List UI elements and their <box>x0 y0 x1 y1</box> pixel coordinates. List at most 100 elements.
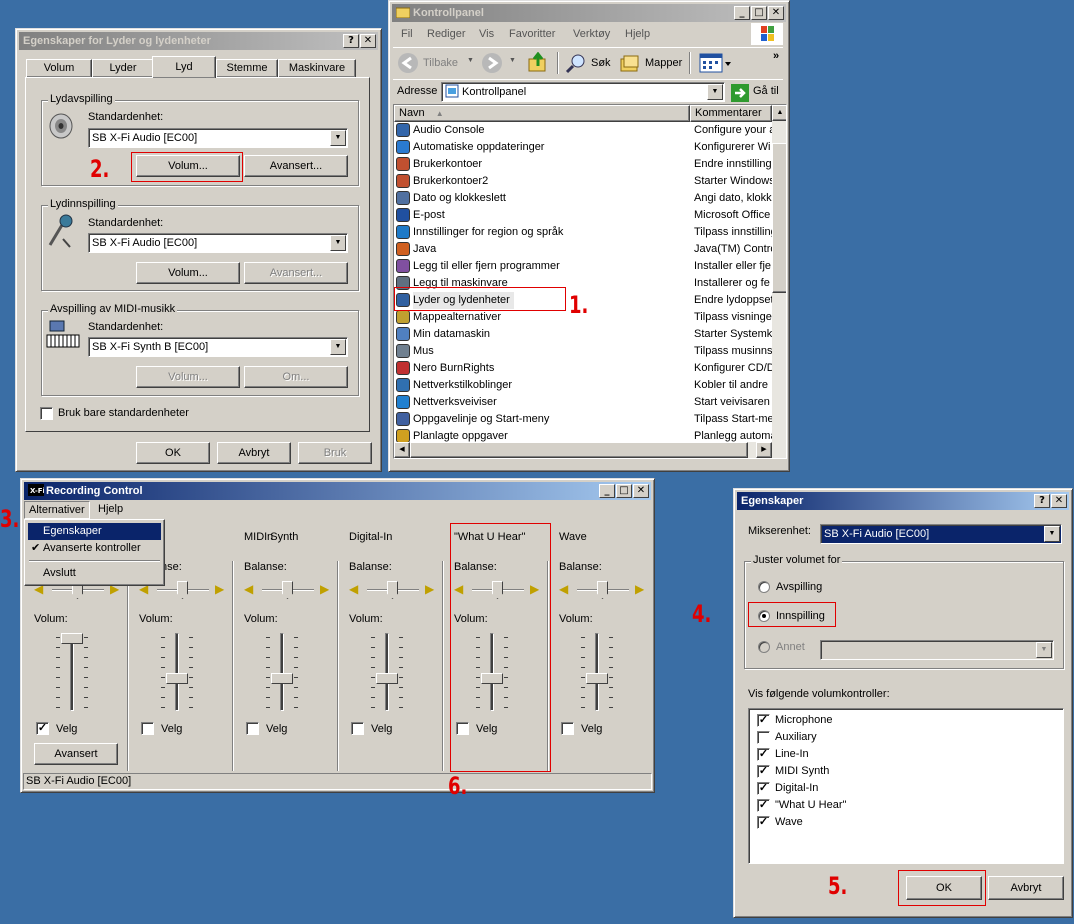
list-item[interactable]: ✓ Line-In <box>757 747 1047 764</box>
menu-hjelp[interactable]: Hjelp <box>625 28 650 40</box>
chevron-down-icon[interactable]: ▼ <box>1036 642 1052 658</box>
recording-advanced-button[interactable]: Avansert... <box>244 262 348 284</box>
close-button[interactable]: ✕ <box>1051 494 1067 508</box>
list-item[interactable]: ✓ Wave <box>757 815 1047 832</box>
list-item[interactable]: E-post Microsoft Office <box>394 207 772 224</box>
volume-slider[interactable] <box>371 633 411 713</box>
tab-lyd[interactable]: Lyd <box>152 56 216 78</box>
ok-button[interactable]: OK <box>136 442 210 464</box>
back-label[interactable]: Tilbake <box>423 57 458 69</box>
volume-thumb[interactable] <box>166 673 188 684</box>
column-header-name[interactable]: Navn ▲ <box>394 105 690 122</box>
close-button[interactable]: ✕ <box>360 34 376 48</box>
control-checkbox[interactable]: ✓ <box>757 782 770 795</box>
scroll-left-button[interactable]: ◀ <box>394 442 410 458</box>
control-checkbox[interactable]: ✓ <box>757 799 770 812</box>
help-button[interactable]: ? <box>1034 494 1050 508</box>
playback-advanced-button[interactable]: Avansert... <box>244 155 348 177</box>
volume-slider[interactable] <box>266 633 306 713</box>
close-button[interactable]: ✕ <box>633 484 649 498</box>
select-checkbox[interactable] <box>246 722 259 735</box>
back-dropdown-icon[interactable]: ▼ <box>467 57 474 64</box>
select-checkbox[interactable] <box>141 722 154 735</box>
playback-radio[interactable] <box>758 581 770 593</box>
menu-item-avslutt[interactable]: Avslutt <box>28 565 161 582</box>
advanced-button[interactable]: Avansert <box>34 743 118 765</box>
forward-arrow-icon[interactable] <box>481 52 503 74</box>
scroll-thumb[interactable] <box>772 143 786 293</box>
maximize-button[interactable]: □ <box>616 484 632 498</box>
list-item[interactable]: ✓ "What U Hear" <box>757 798 1047 815</box>
balance-thumb[interactable] <box>282 581 293 599</box>
minimize-button[interactable]: _ <box>599 484 615 498</box>
select-checkbox[interactable] <box>561 722 574 735</box>
address-input[interactable]: Kontrollpanel ▼ <box>441 82 725 102</box>
balance-slider[interactable]: ◀ ▶ <box>244 579 334 601</box>
chevron-down-icon[interactable]: ▼ <box>330 339 346 355</box>
help-button[interactable]: ? <box>343 34 359 48</box>
control-panel-titlebar[interactable]: Kontrollpanel _ □ ✕ <box>392 4 786 22</box>
list-item[interactable]: ✓ MIDI Synth <box>757 764 1047 781</box>
cancel-button[interactable]: Avbryt <box>217 442 291 464</box>
search-icon[interactable] <box>565 52 587 74</box>
balance-thumb[interactable] <box>177 581 188 599</box>
column-header-comment[interactable]: Kommentarer <box>690 105 772 122</box>
list-item[interactable]: Oppgavelinje og Start-meny Tilpass Start-… <box>394 411 772 428</box>
menu-vis[interactable]: Vis <box>479 28 494 40</box>
balance-thumb[interactable] <box>387 581 398 599</box>
tab-volum[interactable]: Volum <box>26 59 92 77</box>
apply-button[interactable]: Bruk <box>298 442 372 464</box>
volume-thumb[interactable] <box>586 673 608 684</box>
menu-verktoy[interactable]: Verktøy <box>573 28 610 40</box>
list-item[interactable]: Min datamaskin Starter Systemk <box>394 326 772 343</box>
balance-slider[interactable]: ◀ ▶ <box>349 579 439 601</box>
list-item[interactable]: Auxiliary <box>757 730 1047 747</box>
select-checkbox[interactable]: ✓ <box>36 722 49 735</box>
mixer-device-select[interactable]: SB X-Fi Audio [EC00] ▼ <box>820 524 1062 544</box>
list-item[interactable]: Nettverkstilkoblinger Kobler til andre <box>394 377 772 394</box>
chevron-down-icon[interactable]: ▼ <box>707 84 723 100</box>
list-item[interactable]: ✓ Digital-In <box>757 781 1047 798</box>
cancel-button[interactable]: Avbryt <box>988 876 1064 900</box>
menu-item-egenskaper[interactable]: Egenskaper <box>28 523 161 540</box>
forward-dropdown-icon[interactable]: ▼ <box>509 57 516 64</box>
sound-properties-titlebar[interactable]: Egenskaper for Lyder og lydenheter ? ✕ <box>19 32 378 50</box>
other-radio[interactable] <box>758 641 770 653</box>
select-checkbox[interactable] <box>351 722 364 735</box>
menu-favoritter[interactable]: Favoritter <box>509 28 555 40</box>
list-item[interactable]: Nero BurnRights Konfigurer CD/D <box>394 360 772 377</box>
menu-hjelp[interactable]: Hjelp <box>98 503 123 515</box>
menu-rediger[interactable]: Rediger <box>427 28 466 40</box>
volume-thumb[interactable] <box>271 673 293 684</box>
volume-slider[interactable] <box>581 633 621 713</box>
chevron-down-icon[interactable]: ▼ <box>330 235 346 251</box>
list-item[interactable]: Brukerkontoer2 Starter Windows <box>394 173 772 190</box>
scroll-h-thumb[interactable] <box>410 442 748 458</box>
folders-label[interactable]: Mapper <box>645 57 682 69</box>
maximize-button[interactable]: □ <box>751 6 767 20</box>
volume-thumb[interactable] <box>376 673 398 684</box>
chevron-down-icon[interactable]: ▼ <box>1044 526 1060 542</box>
volume-thumb[interactable] <box>61 633 83 644</box>
back-arrow-icon[interactable] <box>397 52 419 74</box>
balance-slider[interactable]: ◀ ▶ <box>559 579 649 601</box>
list-item[interactable]: Audio Console Configure your a <box>394 122 772 139</box>
tab-stemme[interactable]: Stemme <box>216 59 278 77</box>
recording-control-titlebar[interactable]: X-Fi Recording Control _ □ ✕ <box>24 482 651 500</box>
close-button[interactable]: ✕ <box>768 6 784 20</box>
list-item[interactable]: Legg til eller fjern programmer Installer… <box>394 258 772 275</box>
go-label[interactable]: Gå til <box>753 85 779 97</box>
folders-icon[interactable] <box>619 52 641 74</box>
list-item[interactable]: Java Java(TM) Contro <box>394 241 772 258</box>
chevron-down-icon[interactable]: ▼ <box>330 130 346 146</box>
list-item[interactable]: Nettverksveiviser Start veivisaren <box>394 394 772 411</box>
list-item[interactable]: Innstillinger for region og språk Tilpass… <box>394 224 772 241</box>
only-default-checkbox[interactable] <box>40 407 53 420</box>
recording-device-select[interactable]: SB X-Fi Audio [EC00] ▼ <box>88 233 348 253</box>
balance-thumb[interactable] <box>597 581 608 599</box>
midi-volume-button[interactable]: Volum... <box>136 366 240 388</box>
other-device-select[interactable]: ▼ <box>820 640 1054 660</box>
menu-alternativer[interactable]: Alternativer <box>24 501 90 519</box>
more-chevron-icon[interactable]: » <box>773 50 779 62</box>
list-item[interactable]: Dato og klokkeslett Angi dato, klokk <box>394 190 772 207</box>
